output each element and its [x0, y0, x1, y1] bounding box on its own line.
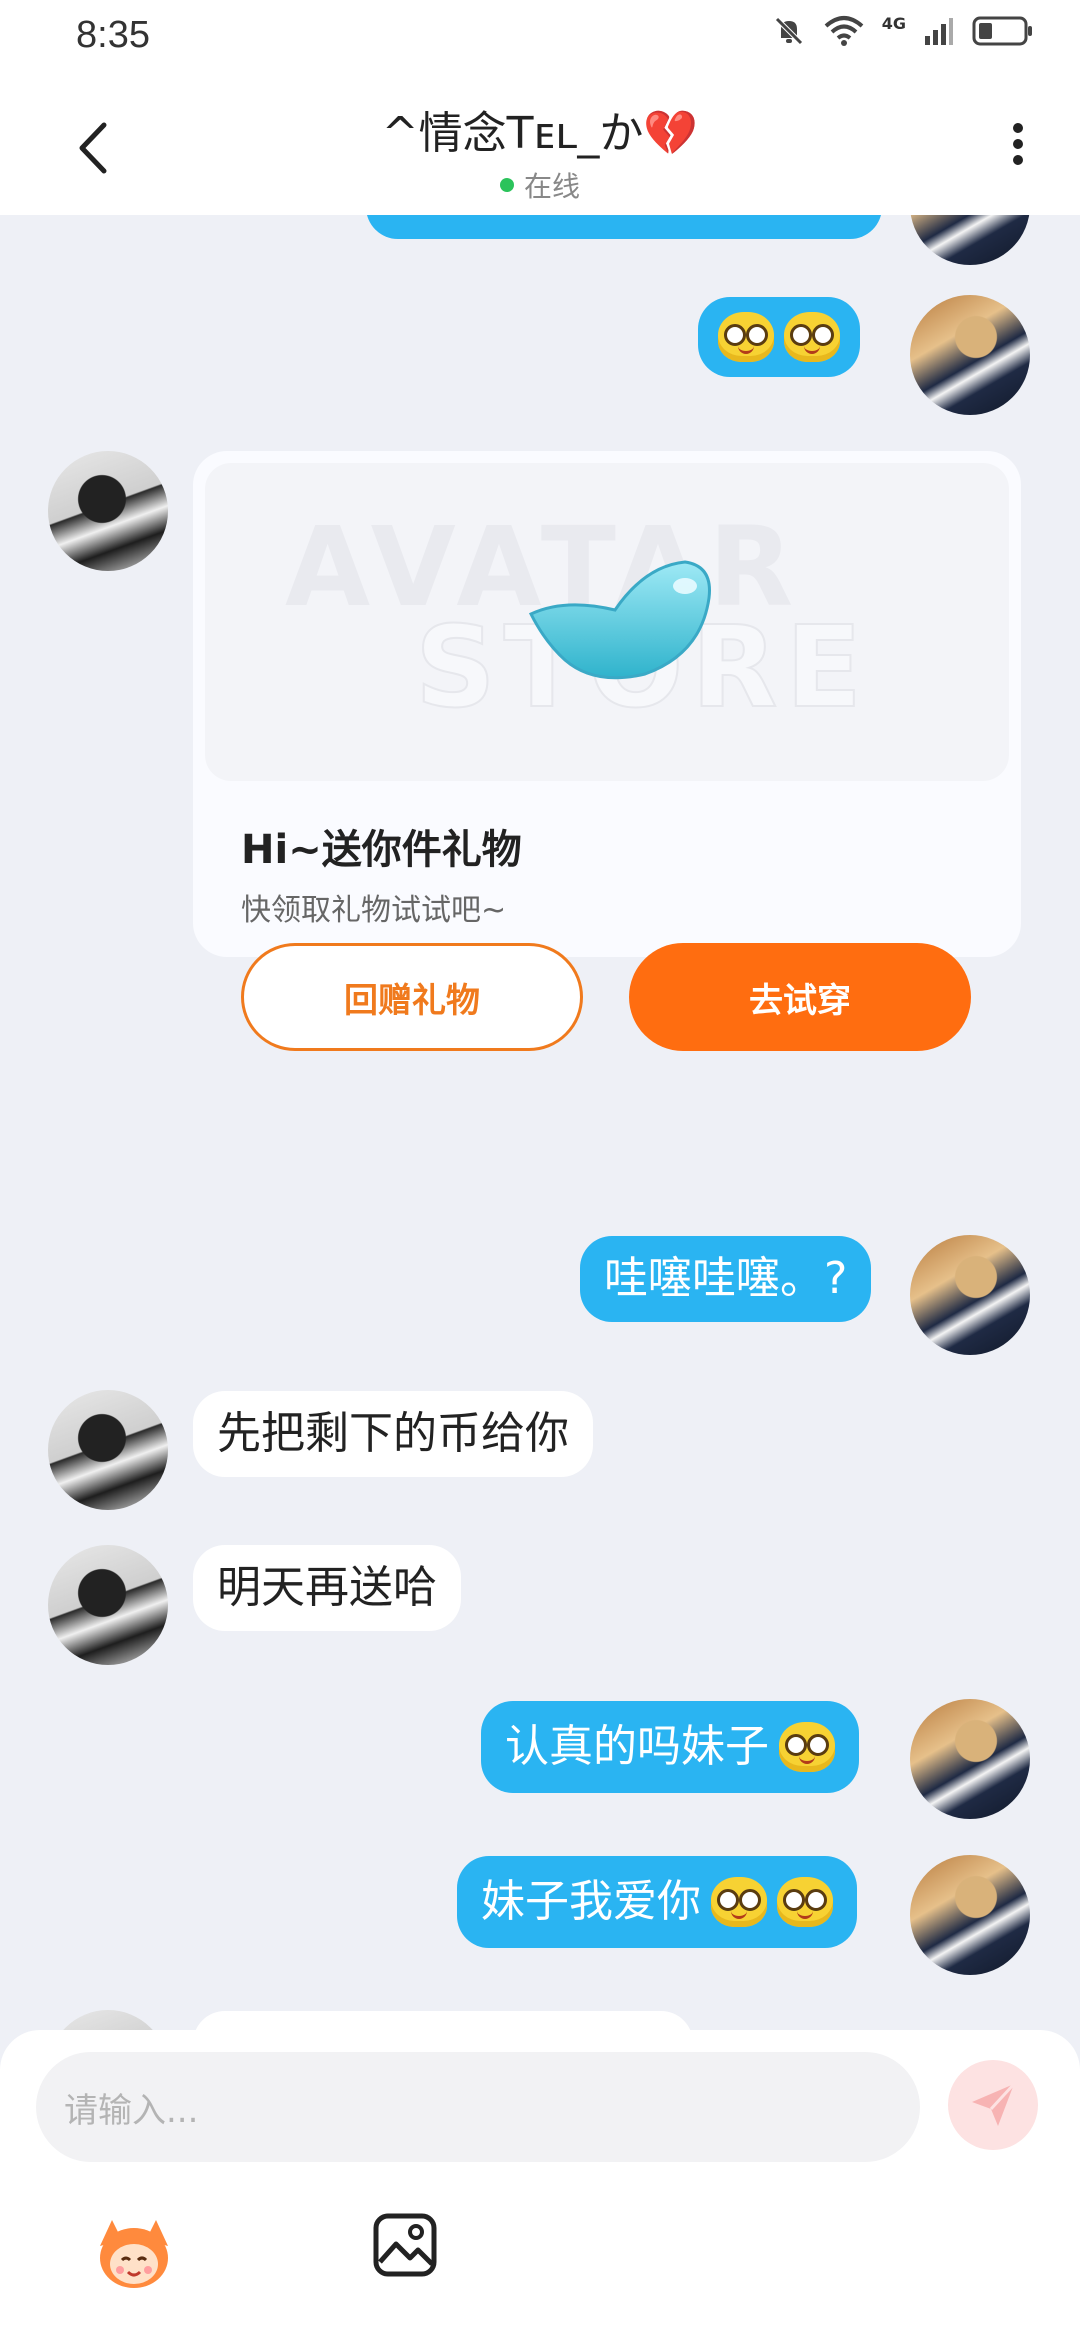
more-dot [1013, 155, 1023, 165]
image-picker-button[interactable] [372, 2212, 438, 2278]
battery-icon [972, 15, 1034, 51]
status-icons: 4G [772, 14, 1034, 52]
gift-card-subtitle: 快领取礼物试试吧~ [241, 893, 507, 928]
message-text: 认真的吗妹子 [505, 1721, 769, 1772]
contact-avatar[interactable] [48, 2010, 168, 2030]
my-avatar[interactable] [910, 295, 1030, 415]
smiley-emoji-icon [718, 312, 774, 362]
chat-header: ^情念Tᴇʟ_か💔 在线 [0, 75, 1080, 215]
message-text: 妹子我爱你 [481, 1876, 701, 1927]
input-bar: 请输入... [0, 2030, 1080, 2340]
my-avatar[interactable] [910, 1235, 1030, 1355]
wifi-icon [824, 14, 864, 52]
more-options-button[interactable] [1000, 117, 1036, 187]
message-bubble[interactable]: 明天再送哈 [193, 1545, 461, 1631]
send-button[interactable] [948, 2060, 1038, 2150]
avatar-mascot-button[interactable] [92, 2210, 176, 2294]
status-bar: 8:35 4G [0, 0, 1080, 75]
more-vertical-icon [1013, 123, 1023, 133]
status-time: 8:35 [76, 14, 150, 56]
more-dot [1013, 139, 1023, 149]
online-status: 在线 [0, 165, 1080, 205]
image-icon [373, 2213, 437, 2277]
message-list[interactable]: AVATAR STORE Hi~送你件礼物 快领取礼物试试吧~ 回赠礼物 去试穿… [0, 215, 1080, 2030]
message-bubble[interactable]: 哇噻哇噻。? [580, 1236, 872, 1322]
message-input[interactable]: 请输入... [36, 2052, 920, 2162]
message-text: 哇噻哇噻。? [604, 1253, 848, 1304]
message-bubble-partial [193, 2011, 693, 2030]
contact-name: ^情念Tᴇʟ_か💔 [381, 108, 699, 159]
water-drop-icon [528, 560, 711, 680]
network-type: 4G [881, 13, 906, 33]
return-gift-button[interactable]: 回赠礼物 [241, 943, 583, 1051]
header-title-block: ^情念Tᴇʟ_か💔 在线 [0, 97, 1080, 205]
my-avatar[interactable] [910, 215, 1030, 265]
smiley-emoji-icon [777, 1877, 833, 1927]
message-bubble[interactable]: 妹子我爱你 [457, 1856, 857, 1948]
contact-avatar[interactable] [48, 1390, 168, 1510]
paper-plane-icon [972, 2082, 1016, 2126]
message-bubble[interactable]: 认真的吗妹子 [481, 1701, 859, 1793]
mascot-icon [100, 2220, 168, 2288]
online-dot-icon [499, 178, 514, 192]
gift-card[interactable]: AVATAR STORE Hi~送你件礼物 快领取礼物试试吧~ 回赠礼物 去试穿 [193, 451, 1021, 1051]
gift-card-title: Hi~送你件礼物 [241, 827, 522, 873]
my-avatar[interactable] [910, 1855, 1030, 1975]
message-input-placeholder: 请输入... [64, 2090, 199, 2131]
my-avatar[interactable] [910, 1699, 1030, 1819]
smiley-emoji-icon [779, 1722, 835, 1772]
cellular-signal-icon [924, 16, 954, 50]
message-bubble[interactable]: 先把剩下的币给你 [193, 1391, 593, 1477]
gift-preview-image: AVATAR STORE [205, 463, 1009, 781]
mute-bell-icon [772, 14, 806, 52]
message-text: 明天再送哈 [217, 1562, 437, 1613]
smiley-emoji-icon [711, 1877, 767, 1927]
contact-avatar[interactable] [48, 451, 168, 571]
online-status-label: 在线 [523, 170, 580, 203]
contact-avatar[interactable] [48, 1545, 168, 1665]
message-bubble-partial [366, 215, 882, 239]
message-bubble[interactable] [698, 297, 860, 377]
smiley-emoji-icon [784, 312, 840, 362]
try-on-button[interactable]: 去试穿 [629, 943, 971, 1051]
message-text: 先把剩下的币给你 [217, 1408, 569, 1459]
